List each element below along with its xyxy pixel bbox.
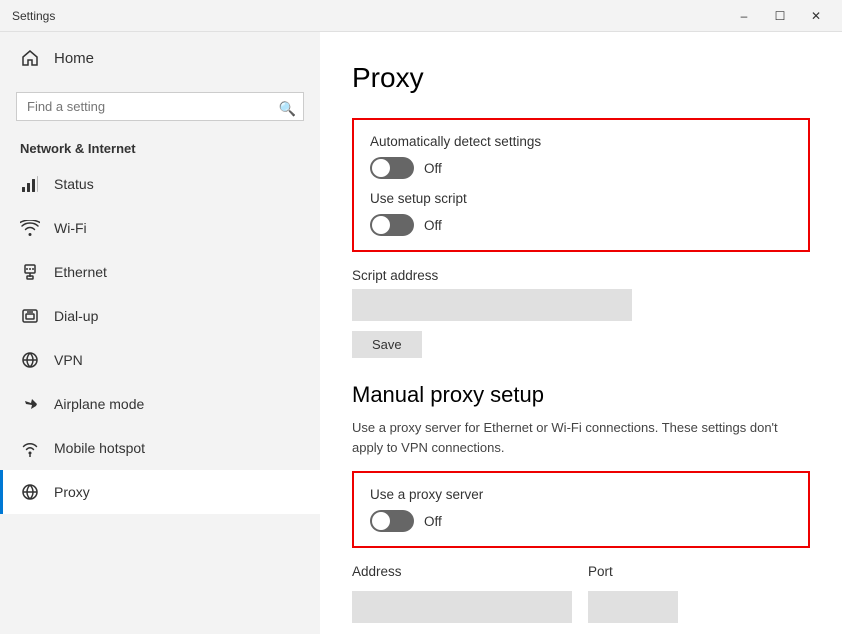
address-label: Address — [352, 564, 572, 579]
close-button[interactable]: ✕ — [802, 6, 830, 26]
address-port-row: Address Port — [352, 564, 810, 623]
manual-proxy-desc: Use a proxy server for Ethernet or Wi-Fi… — [352, 418, 782, 457]
sidebar-item-dialup[interactable]: Dial-up — [0, 294, 320, 338]
ethernet-icon — [20, 262, 40, 282]
dialup-icon — [20, 306, 40, 326]
sidebar: Home 🔍 Network & Internet Status — [0, 32, 320, 634]
setup-script-label: Use setup script — [370, 191, 792, 206]
port-field: Port — [588, 564, 678, 623]
address-field: Address — [352, 564, 572, 623]
address-input[interactable] — [352, 591, 572, 623]
auto-detect-label: Automatically detect settings — [370, 134, 792, 149]
setup-script-row: Off — [370, 214, 792, 236]
script-address-input[interactable] — [352, 289, 632, 321]
use-proxy-toggle[interactable] — [370, 510, 414, 532]
sidebar-item-home[interactable]: Home — [0, 32, 320, 84]
auto-detect-row: Off — [370, 157, 792, 179]
sidebar-item-vpn[interactable]: VPN — [0, 338, 320, 382]
use-proxy-label: Use a proxy server — [370, 487, 792, 502]
auto-proxy-section: Automatically detect settings Off Use se… — [352, 118, 810, 252]
window-controls: – ☐ ✕ — [730, 6, 830, 26]
title-bar: Settings – ☐ ✕ — [0, 0, 842, 32]
hotspot-icon — [20, 438, 40, 458]
wifi-icon — [20, 218, 40, 238]
use-proxy-toggle-label: Off — [424, 514, 442, 529]
app-container: Home 🔍 Network & Internet Status — [0, 32, 842, 634]
manual-proxy-title: Manual proxy setup — [352, 382, 810, 408]
sidebar-item-airplane[interactable]: Airplane mode — [0, 382, 320, 426]
sidebar-item-proxy[interactable]: Proxy — [0, 470, 320, 514]
search-icon: 🔍 — [279, 100, 296, 117]
status-icon — [20, 174, 40, 194]
content-area: Proxy Automatically detect settings Off … — [320, 32, 842, 634]
minimize-button[interactable]: – — [730, 6, 758, 26]
use-proxy-section: Use a proxy server Off — [352, 471, 810, 548]
home-icon — [20, 48, 40, 68]
search-container: 🔍 — [0, 84, 320, 133]
sidebar-item-hotspot[interactable]: Mobile hotspot — [0, 426, 320, 470]
sidebar-item-status[interactable]: Status — [0, 162, 320, 206]
script-address-label: Script address — [352, 268, 810, 283]
sidebar-section-title: Network & Internet — [0, 133, 320, 162]
maximize-button[interactable]: ☐ — [766, 6, 794, 26]
use-proxy-row: Off — [370, 510, 792, 532]
sidebar-item-wifi[interactable]: Wi-Fi — [0, 206, 320, 250]
vpn-icon — [20, 350, 40, 370]
port-input[interactable] — [588, 591, 678, 623]
save-button[interactable]: Save — [352, 331, 422, 358]
auto-detect-toggle[interactable] — [370, 157, 414, 179]
setup-script-toggle[interactable] — [370, 214, 414, 236]
airplane-icon — [20, 394, 40, 414]
sidebar-item-ethernet[interactable]: Ethernet — [0, 250, 320, 294]
auto-detect-toggle-label: Off — [424, 161, 442, 176]
script-address-section: Script address — [352, 268, 810, 321]
page-title: Proxy — [352, 62, 810, 94]
app-title: Settings — [12, 9, 55, 23]
proxy-icon — [20, 482, 40, 502]
port-label: Port — [588, 564, 678, 579]
search-input[interactable] — [16, 92, 304, 121]
setup-script-toggle-label: Off — [424, 218, 442, 233]
